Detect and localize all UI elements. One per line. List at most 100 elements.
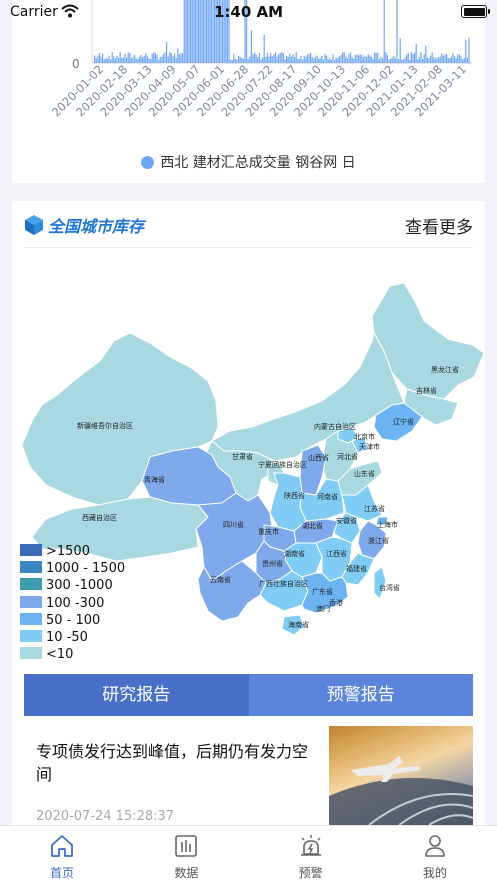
trade-bar <box>142 57 144 63</box>
map-legend-item[interactable]: 300 -1000 <box>20 577 125 594</box>
trade-bar <box>407 53 409 63</box>
tab-research-report[interactable]: 研究报告 <box>24 674 249 716</box>
trade-bar <box>346 58 348 63</box>
trade-bar <box>254 52 256 63</box>
trade-bar <box>150 58 152 63</box>
user-icon <box>425 835 445 857</box>
trade-bar <box>260 59 262 63</box>
trade-bar <box>465 39 467 63</box>
city-inventory-card: 全国城市库存 查看更多 黑龙江省 吉林省 辽宁省 内蒙古自治区 北京市 天津市 … <box>12 201 485 825</box>
trade-bar <box>100 56 102 63</box>
map-legend-item[interactable]: 50 - 100 <box>20 612 125 629</box>
map-region-label: 香港 <box>329 598 343 607</box>
map-region-label: 云南省 <box>210 575 231 584</box>
trade-bar <box>439 56 441 63</box>
trade-bar <box>153 52 155 63</box>
map-region-label: 吉林省 <box>416 386 437 395</box>
trade-bar <box>103 59 105 63</box>
trade-bar <box>382 58 384 63</box>
trade-bar <box>177 48 179 63</box>
tab-mine[interactable]: 我的 <box>373 826 497 883</box>
tab-home[interactable]: 首页 <box>0 826 124 883</box>
trade-bar <box>468 38 470 63</box>
trade-bar <box>172 56 174 63</box>
map-region-label: 甘肃省 <box>232 452 253 461</box>
trade-bar <box>319 58 321 63</box>
map-region-hongkong[interactable] <box>324 613 328 617</box>
trade-bar <box>300 55 302 63</box>
trade-bar <box>118 57 120 63</box>
tab-alert[interactable]: 预警 <box>249 826 373 883</box>
trade-bar <box>126 57 128 63</box>
map-region-label: 广东省 <box>312 587 333 596</box>
cube-icon <box>25 215 43 235</box>
trade-bar <box>378 59 380 63</box>
trade-bar <box>375 52 377 63</box>
trade-bar <box>247 59 249 63</box>
trade-bar <box>116 55 118 63</box>
trade-bar <box>330 59 332 63</box>
tab-data-label: 数据 <box>174 866 199 880</box>
trade-bar <box>270 52 272 63</box>
map-region-label: 台湾省 <box>379 583 400 592</box>
trade-bar <box>462 59 464 63</box>
map-region-label: 西藏自治区 <box>82 513 117 522</box>
map-region-inner-mongolia[interactable] <box>211 332 405 462</box>
battery-icon <box>461 5 490 18</box>
tab-alert-label: 预警 <box>298 866 323 880</box>
trade-bar <box>290 56 292 63</box>
map-region-taiwan[interactable] <box>373 566 387 600</box>
trade-bar <box>380 57 382 63</box>
trade-bar <box>306 54 308 63</box>
tab-data[interactable]: 数据 <box>124 826 248 883</box>
trade-bar <box>258 53 260 63</box>
map-region-label: 广西壮族自治区 <box>259 579 308 588</box>
map-region-label: 重庆市 <box>258 527 279 536</box>
trade-bar <box>127 52 129 63</box>
trade-bar <box>321 55 323 63</box>
trade-bar <box>148 58 150 63</box>
trade-bar <box>146 56 148 63</box>
chart-legend[interactable]: 西北 建材汇总成交量 钢谷网 日 <box>12 152 485 172</box>
map-region-label: 北京市 <box>354 432 375 441</box>
trade-bar <box>138 56 140 63</box>
trade-bar <box>426 57 428 63</box>
trade-bar <box>441 53 443 63</box>
trade-bar <box>166 42 168 63</box>
map-legend-item[interactable]: 10 -50 <box>20 629 125 646</box>
news-thumbnail[interactable] <box>329 726 473 825</box>
trade-bar <box>350 52 352 63</box>
map-region-label: 新疆维吾尔自治区 <box>77 421 133 430</box>
news-title[interactable]: 专项债发行达到峰值，后期仍有发力空间 <box>36 740 308 786</box>
trade-bar <box>420 52 422 63</box>
trade-bar <box>238 56 240 63</box>
trade-bar <box>110 59 112 63</box>
trade-bar <box>442 55 444 63</box>
trade-bar <box>324 54 326 63</box>
trade-bar <box>282 53 284 63</box>
map-region-label: 山东省 <box>354 469 375 478</box>
trade-bar <box>129 52 131 63</box>
map-region-macau[interactable] <box>312 615 316 619</box>
trade-bar <box>106 58 108 63</box>
trade-bar <box>458 54 460 63</box>
trade-bar <box>162 54 164 63</box>
trade-bar <box>345 56 347 63</box>
trade-bar <box>415 43 417 63</box>
trade-bar <box>257 57 259 63</box>
bar-chart-icon <box>175 835 198 857</box>
map-legend-item[interactable]: >1500 <box>20 543 125 560</box>
tab-warning-report[interactable]: 预警报告 <box>248 674 473 716</box>
trade-bar <box>410 52 412 63</box>
trade-bar <box>362 57 364 63</box>
map-legend-item[interactable]: 1000 - 1500 <box>20 560 125 577</box>
trade-bar <box>175 57 177 63</box>
map-legend-item[interactable]: <10 <box>20 646 125 663</box>
trade-bar <box>463 57 465 63</box>
legend-label: 西北 建材汇总成交量 钢谷网 日 <box>160 155 356 171</box>
trade-bar <box>294 57 296 63</box>
map-legend-item[interactable]: 100 -300 <box>20 595 125 612</box>
trade-bar <box>297 58 299 63</box>
view-more-link[interactable]: 查看更多 <box>405 213 473 238</box>
trade-bar <box>377 53 379 63</box>
